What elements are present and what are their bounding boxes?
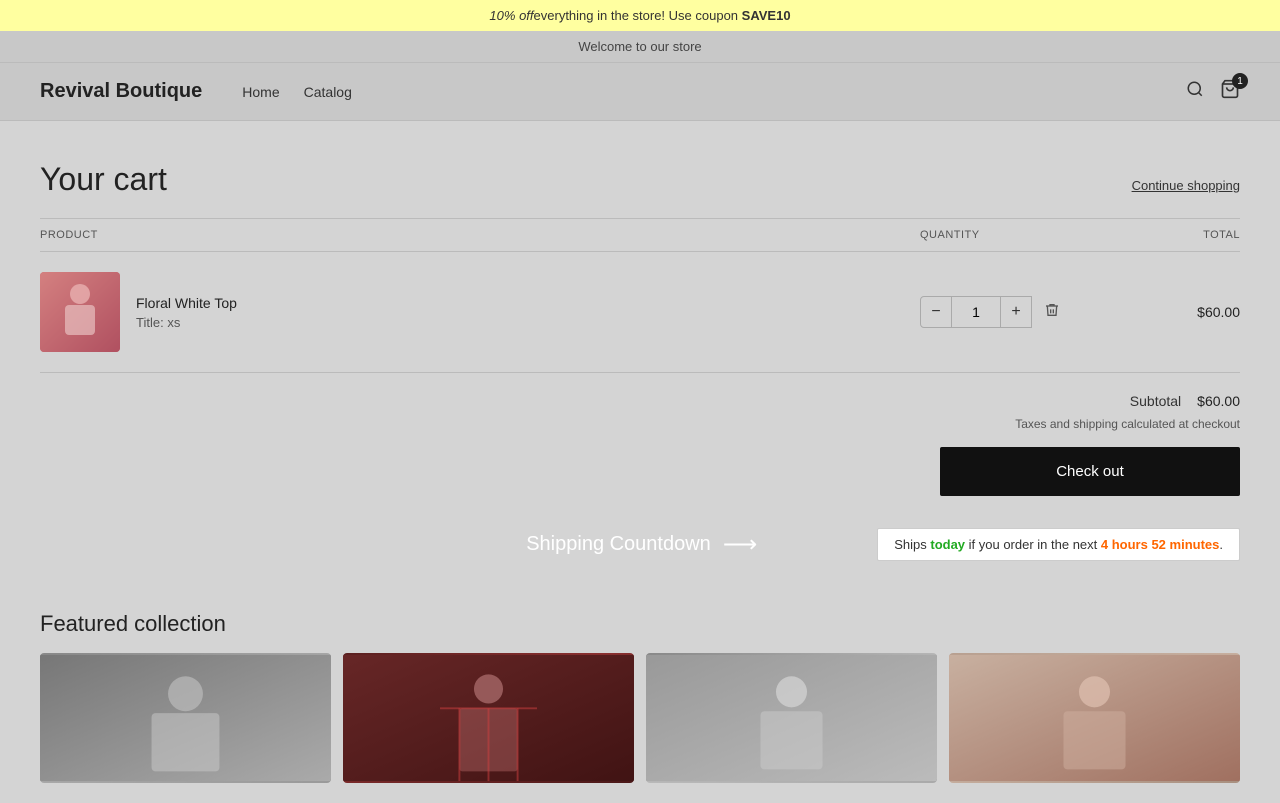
header: Revival Boutique Home Catalog 1 bbox=[0, 62, 1280, 121]
cart-icon[interactable]: 1 bbox=[1220, 79, 1240, 104]
cart-header-row: Your cart Continue shopping bbox=[40, 161, 1240, 198]
ships-today-label: today bbox=[930, 537, 965, 552]
nav-home[interactable]: Home bbox=[242, 84, 279, 100]
announcement-bar: 10% offeverything in the store! Use coup… bbox=[0, 0, 1280, 31]
subtotal-row: Subtotal $60.00 bbox=[40, 393, 1240, 409]
shipping-countdown-wrapper: Shipping Countdown ⟶ Ships today if you … bbox=[40, 516, 1240, 591]
col-quantity-header: QUANTITY bbox=[920, 229, 1120, 241]
product-info: Floral White Top Title: xs bbox=[136, 295, 237, 330]
header-icons: 1 bbox=[1186, 79, 1240, 104]
quantity-input[interactable] bbox=[952, 296, 1000, 328]
shipping-countdown-badge: Ships today if you order in the next 4 h… bbox=[877, 528, 1240, 561]
featured-collection-title: Featured collection bbox=[40, 611, 1240, 637]
featured-item-3[interactable] bbox=[646, 653, 937, 783]
shipping-countdown-annotation: Shipping Countdown ⟶ bbox=[526, 530, 757, 559]
featured-item-1[interactable] bbox=[40, 653, 331, 783]
col-total-header: TOTAL bbox=[1120, 229, 1240, 241]
countdown-time: 4 hours 52 minutes bbox=[1101, 537, 1219, 552]
announcement-percent: 10% off bbox=[489, 8, 533, 23]
delete-item-button[interactable] bbox=[1044, 302, 1060, 323]
nav-catalog[interactable]: Catalog bbox=[304, 84, 352, 100]
cart-table-header: PRODUCT QUANTITY TOTAL bbox=[40, 219, 1240, 252]
featured-item-2[interactable] bbox=[343, 653, 634, 783]
subtotal-section: Subtotal $60.00 Taxes and shipping calcu… bbox=[40, 373, 1240, 516]
product-name: Floral White Top bbox=[136, 295, 237, 311]
price-cell: $60.00 bbox=[1120, 304, 1240, 320]
featured-section: Featured collection bbox=[0, 591, 1280, 803]
announcement-text: 10% offeverything in the store! Use coup… bbox=[489, 8, 790, 23]
featured-item-4[interactable] bbox=[949, 653, 1240, 783]
quantity-increase-button[interactable]: + bbox=[1000, 296, 1032, 328]
subtotal-label: Subtotal bbox=[1130, 393, 1181, 409]
main-nav: Home Catalog bbox=[242, 84, 1186, 100]
search-icon[interactable] bbox=[1186, 80, 1204, 103]
quantity-cell: − + bbox=[920, 296, 1120, 328]
quantity-decrease-button[interactable]: − bbox=[920, 296, 952, 328]
tax-note: Taxes and shipping calculated at checkou… bbox=[40, 417, 1240, 431]
main-content: Your cart Continue shopping PRODUCT QUAN… bbox=[0, 121, 1280, 591]
cart-badge: 1 bbox=[1232, 73, 1248, 89]
checkout-button[interactable]: Check out bbox=[940, 447, 1240, 496]
continue-shopping-link[interactable]: Continue shopping bbox=[1132, 178, 1240, 193]
welcome-text: Welcome to our store bbox=[578, 39, 701, 54]
cart-title: Your cart bbox=[40, 161, 167, 198]
arrow-icon: ⟶ bbox=[723, 530, 757, 559]
welcome-bar: Welcome to our store bbox=[0, 31, 1280, 62]
col-product-header: PRODUCT bbox=[40, 229, 920, 241]
logo[interactable]: Revival Boutique bbox=[40, 80, 202, 103]
cart-table: PRODUCT QUANTITY TOTAL bbox=[40, 218, 1240, 373]
subtotal-value: $60.00 bbox=[1197, 393, 1240, 409]
table-row: Floral White Top Title: xs − + $60.00 bbox=[40, 252, 1240, 373]
product-image bbox=[40, 272, 120, 352]
featured-grid bbox=[40, 653, 1240, 783]
product-variant: Title: xs bbox=[136, 315, 237, 330]
coupon-code: SAVE10 bbox=[742, 8, 791, 23]
product-cell: Floral White Top Title: xs bbox=[40, 272, 920, 352]
